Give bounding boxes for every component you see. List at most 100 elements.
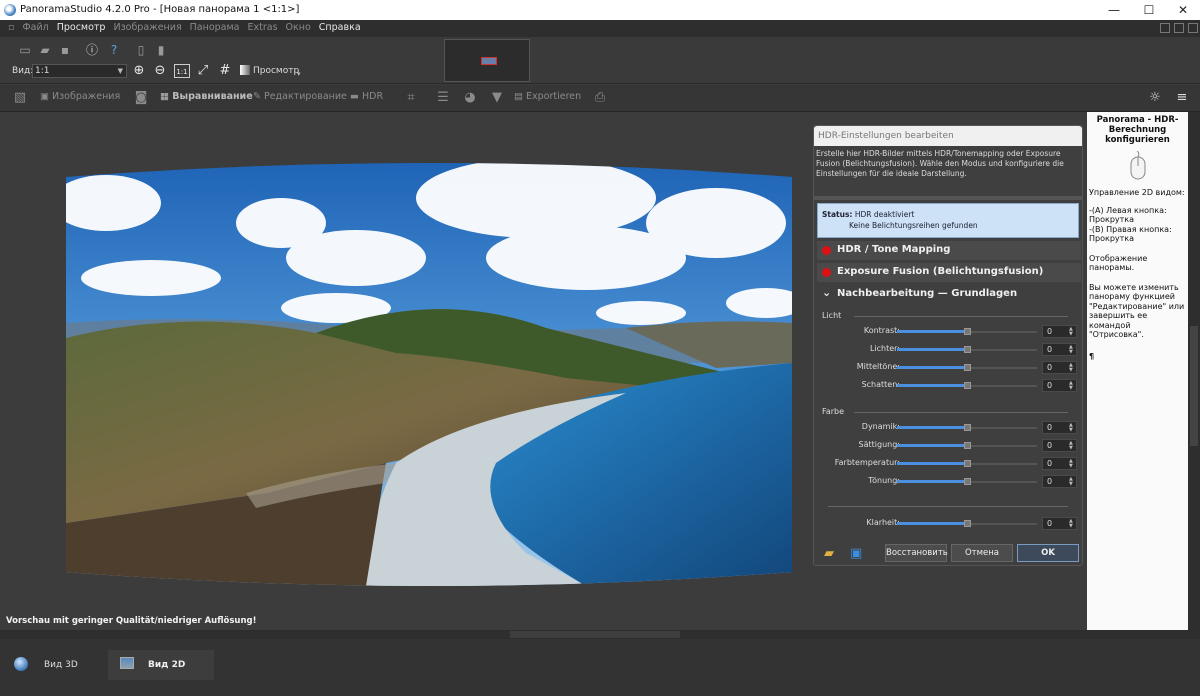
- zoom-value: 1:1: [35, 66, 50, 76]
- horizontal-scrollbar[interactable]: [0, 630, 1200, 639]
- slider-value-input[interactable]: 0 ▲ ▼: [1042, 517, 1077, 530]
- slider-value: 0: [1047, 459, 1053, 468]
- slider-label: Klarheit:: [866, 518, 900, 527]
- ok-button[interactable]: OK: [1017, 544, 1079, 562]
- slider-handle[interactable]: [964, 364, 971, 371]
- section-post-label: Nachbearbeitung — Grundlagen: [837, 288, 1018, 299]
- brightness-icon[interactable]: ☼: [1147, 90, 1163, 106]
- crop-icon[interactable]: ⌗: [403, 90, 419, 106]
- slider-value-input[interactable]: 0 ▲ ▼: [1042, 421, 1077, 434]
- slider-value-input[interactable]: 0 ▲ ▼: [1042, 457, 1077, 470]
- slider-handle[interactable]: [964, 442, 971, 449]
- status-line-1: HDR deaktiviert: [854, 210, 915, 219]
- section-hdr-tonemapping[interactable]: HDR / Tone Mapping: [817, 241, 1081, 260]
- minimize-button[interactable]: —: [1097, 0, 1131, 20]
- cancel-button[interactable]: Отмена: [951, 544, 1013, 562]
- tab-view-3d[interactable]: Вид 3D: [4, 650, 106, 680]
- tab-view-2d-label: Вид 2D: [148, 660, 186, 670]
- spinner-arrows-icon[interactable]: ▲ ▼: [1069, 441, 1075, 451]
- zoom-1to1-button[interactable]: 1:1: [174, 64, 190, 78]
- slider-value-input[interactable]: 0 ▲ ▼: [1042, 343, 1077, 356]
- slider-handle[interactable]: [964, 328, 971, 335]
- menu-window[interactable]: Окно: [282, 20, 315, 33]
- spinner-arrows-icon[interactable]: ▲ ▼: [1069, 519, 1075, 529]
- slider-row: Sättigung: 0 ▲ ▼: [814, 439, 1082, 453]
- menu-panorama[interactable]: Панорама: [186, 20, 244, 33]
- stamp-icon[interactable]: ▼: [489, 90, 505, 106]
- help-panel: Panorama - HDR-Berechnung konfigurieren …: [1087, 112, 1188, 630]
- slider-row: Dynamik: 0 ▲ ▼: [814, 421, 1082, 435]
- vertical-scrollbar[interactable]: [1188, 112, 1200, 630]
- grid-icon[interactable]: #: [218, 64, 232, 78]
- slider-label: Kontrast:: [863, 326, 900, 335]
- slider-handle[interactable]: [964, 520, 971, 527]
- preview-dropdown-arrow-icon[interactable]: ▾: [297, 70, 301, 78]
- menu-view[interactable]: Просмотр: [53, 20, 110, 33]
- slider-value-input[interactable]: 0 ▲ ▼: [1042, 325, 1077, 338]
- workflow-export[interactable]: ▤ Exportieren: [514, 91, 581, 102]
- mouse-icon: [1087, 150, 1188, 184]
- menu-images[interactable]: Изображения: [109, 20, 185, 33]
- slider-handle[interactable]: [964, 460, 971, 467]
- slider-value-input[interactable]: 0 ▲ ▼: [1042, 361, 1077, 374]
- mdi-close-icon[interactable]: [1188, 23, 1198, 33]
- mdi-minimize-icon[interactable]: [1160, 23, 1170, 33]
- zoom-out-icon[interactable]: ⊖: [153, 64, 167, 78]
- open-folder-icon[interactable]: ▰: [824, 546, 834, 561]
- slider-handle[interactable]: [964, 424, 971, 431]
- spinner-arrows-icon[interactable]: ▲ ▼: [1069, 363, 1075, 373]
- spinner-arrows-icon[interactable]: ▲ ▼: [1069, 381, 1075, 391]
- maximize-button[interactable]: ☐: [1132, 0, 1166, 20]
- workflow-hdr[interactable]: ▬ HDR: [350, 91, 383, 102]
- open-folder-icon[interactable]: ▰: [38, 43, 52, 57]
- workflow-edit[interactable]: ✎ Редактирование: [253, 91, 347, 102]
- camera-icon[interactable]: ◙: [133, 90, 149, 106]
- slider-value-input[interactable]: 0 ▲ ▼: [1042, 379, 1077, 392]
- tab-view-2d[interactable]: Вид 2D: [108, 650, 214, 680]
- navigator-thumbnail[interactable]: [444, 39, 530, 82]
- app-menu-icon[interactable]: ▫: [4, 20, 18, 33]
- hamburger-menu-icon[interactable]: ≡: [1174, 90, 1190, 106]
- slider-value-input[interactable]: 0 ▲ ▼: [1042, 439, 1077, 452]
- navigator-viewport[interactable]: [481, 57, 497, 65]
- paste-icon[interactable]: ▮: [154, 43, 168, 57]
- save-icon[interactable]: ▪: [58, 43, 72, 57]
- spinner-arrows-icon[interactable]: ▲ ▼: [1069, 423, 1075, 433]
- save-icon[interactable]: ▣: [850, 546, 862, 561]
- slider-handle[interactable]: [964, 346, 971, 353]
- menu-extras[interactable]: Extras: [244, 20, 282, 33]
- close-button[interactable]: ✕: [1166, 0, 1200, 20]
- color-picker-icon[interactable]: ◕: [462, 90, 478, 106]
- slider-value-input[interactable]: 0 ▲ ▼: [1042, 475, 1077, 488]
- zoom-in-icon[interactable]: ⊕: [132, 64, 146, 78]
- slider-label: Lichter:: [869, 344, 900, 353]
- zoom-select[interactable]: 1:1 ▼: [32, 64, 127, 78]
- help-icon[interactable]: ?: [107, 43, 121, 57]
- section-post-processing[interactable]: ⌄ Nachbearbeitung — Grundlagen: [817, 285, 1081, 304]
- print-icon[interactable]: ⎙: [592, 90, 608, 106]
- new-icon[interactable]: ▭: [18, 43, 32, 57]
- slider-handle[interactable]: [964, 478, 971, 485]
- adjust-icon[interactable]: ☰: [435, 90, 451, 106]
- spinner-arrows-icon[interactable]: ▲ ▼: [1069, 345, 1075, 355]
- images-icon[interactable]: ▧: [12, 90, 28, 106]
- slider-handle[interactable]: [964, 382, 971, 389]
- vertical-scroll-thumb[interactable]: [1190, 326, 1198, 446]
- fit-window-icon[interactable]: ⤢: [196, 64, 210, 78]
- menu-file[interactable]: Файл: [18, 20, 52, 33]
- info-icon[interactable]: ⓘ: [85, 43, 99, 57]
- reset-button[interactable]: Восстановить: [885, 544, 948, 562]
- copy-icon[interactable]: ▯: [134, 43, 148, 57]
- section-exposure-fusion[interactable]: Exposure Fusion (Belichtungsfusion): [817, 263, 1081, 282]
- slider-row: Tönung: 0 ▲ ▼: [814, 475, 1082, 489]
- menu-help[interactable]: Справка: [315, 20, 365, 33]
- preview-dropdown[interactable]: Просмотр: [253, 66, 299, 76]
- horizontal-scroll-thumb[interactable]: [510, 631, 680, 638]
- slider-fill: [897, 348, 967, 351]
- mdi-restore-icon[interactable]: [1174, 23, 1184, 33]
- spinner-arrows-icon[interactable]: ▲ ▼: [1069, 459, 1075, 469]
- workflow-images[interactable]: ▣ Изображения: [40, 91, 120, 102]
- spinner-arrows-icon[interactable]: ▲ ▼: [1069, 477, 1075, 487]
- spinner-arrows-icon[interactable]: ▲ ▼: [1069, 327, 1075, 337]
- workflow-align[interactable]: ▦ Выравнивание: [160, 91, 253, 102]
